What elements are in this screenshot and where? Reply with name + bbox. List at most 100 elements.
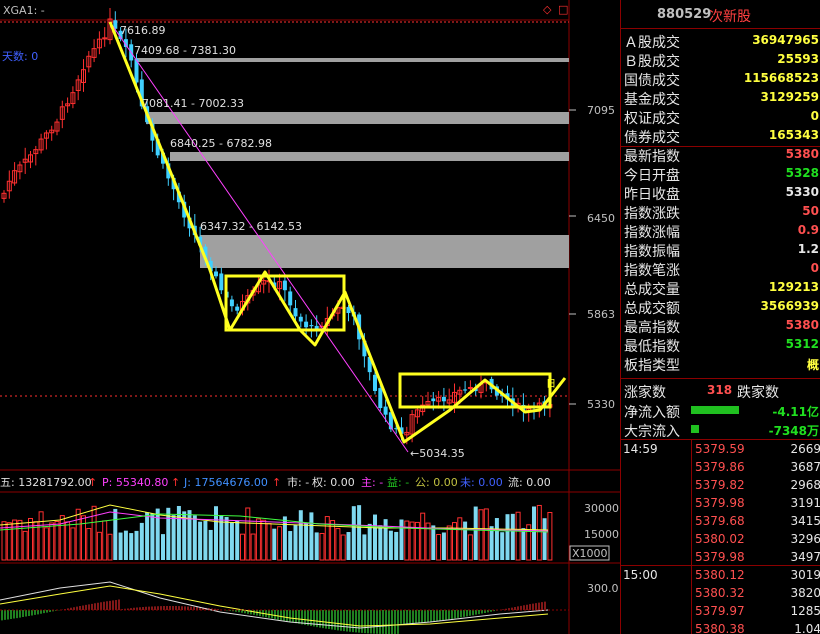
svg-text:↑: ↑	[88, 476, 97, 489]
candle-down	[431, 398, 436, 402]
volume-bars[interactable]	[0, 504, 553, 561]
volume-bar	[28, 517, 33, 561]
volume-bar	[43, 527, 49, 561]
candle-down	[298, 316, 303, 322]
band	[170, 152, 569, 161]
tick-row[interactable]: 5379.82 2968	[621, 477, 820, 496]
volume-bar	[367, 523, 372, 560]
candle-down	[304, 321, 309, 328]
stat-row: 最高指数 5380	[624, 318, 819, 336]
volume-bar	[22, 530, 28, 561]
candle-down	[235, 306, 240, 311]
annotation-band-4: 6347.32 - 6142.53	[200, 220, 302, 233]
candle-down	[463, 389, 468, 391]
volume-bar	[49, 522, 55, 561]
volume-bar	[139, 522, 144, 560]
volume-bar	[500, 532, 505, 560]
stat-row: 指数涨幅 0.9	[624, 223, 819, 241]
volume-bar	[515, 511, 521, 561]
volume-bar	[547, 511, 553, 561]
volume-bar	[224, 517, 229, 560]
volume-bar	[134, 530, 139, 560]
price-axis-label: 5863	[587, 308, 615, 321]
candle-up	[467, 386, 473, 389]
stat-row: 最低指数 5312	[624, 337, 819, 355]
price-axis-label: 5330	[587, 398, 615, 411]
volume-bar	[155, 508, 160, 560]
candle-down	[309, 325, 314, 327]
volume-unit-label: X1000	[572, 547, 608, 560]
stat-row: 债券成交 165343	[624, 128, 819, 146]
volume-bar	[150, 513, 155, 560]
svg-text:J: 17564676.00: J: 17564676.00	[183, 476, 268, 489]
volume-bar	[277, 526, 283, 561]
tick-row[interactable]: 14:59 5379.59 2669	[621, 441, 820, 460]
stat-row: Ａ股成交 36947965	[624, 33, 819, 51]
svg-text:P: 55340.80: P: 55340.80	[102, 476, 168, 489]
volume-bar	[309, 512, 314, 560]
stat-row: 最新指数 5380	[624, 147, 819, 165]
macd-axis-label: 300.0	[587, 582, 619, 595]
volume-bar	[266, 523, 272, 561]
candle-down	[282, 280, 287, 291]
kline-chart[interactable]: XGA1: - 天数: 0 ◇ □ 7616.89 7409.68 - 7381…	[0, 0, 620, 634]
volume-bar	[532, 506, 536, 560]
updown-row: 涨家数 318 跌家数	[624, 383, 779, 401]
volume-bar	[536, 504, 542, 561]
candle-down	[373, 374, 377, 391]
volume-bar	[65, 521, 71, 561]
annotation-band-3: 6840.25 - 6782.98	[170, 137, 272, 150]
diamond-icon[interactable]: ◇	[543, 3, 552, 16]
tick-row[interactable]: 5379.97 1285	[621, 603, 820, 622]
volume-bar	[351, 506, 356, 560]
stat-row: 总成交量 129213	[624, 280, 819, 298]
annotation-low: ←5034.35	[410, 447, 465, 460]
volume-bar	[483, 508, 489, 561]
volume-bar	[203, 520, 208, 560]
volume-bar	[81, 515, 86, 561]
volume-bar	[161, 534, 165, 560]
volume-bar	[70, 527, 76, 561]
price-axis-label: 6450	[587, 212, 615, 225]
volume-bar	[198, 521, 203, 560]
tick-row[interactable]: 5379.98 3191	[621, 495, 820, 514]
tick-row[interactable]: 5380.02 3296	[621, 531, 820, 550]
tick-row[interactable]: 5380.38 1.04	[621, 621, 820, 634]
candle-down	[293, 308, 298, 317]
volume-bar	[12, 519, 18, 561]
svg-text:流: 0.00: 流: 0.00	[508, 475, 551, 489]
svg-text:主: -: 主: -	[361, 476, 383, 489]
band	[146, 112, 569, 124]
volume-bar	[436, 533, 442, 561]
volume-bar	[457, 517, 463, 561]
volume-bar	[319, 532, 325, 561]
block-inflow-bar	[691, 425, 699, 433]
tick-row[interactable]: 5380.32 3820	[621, 585, 820, 604]
volume-bar	[304, 523, 309, 560]
menu-square-icon[interactable]: □	[558, 3, 568, 16]
indicator-label: XGA1: -	[3, 4, 45, 17]
volume-bar	[102, 520, 108, 561]
candle-down	[441, 396, 446, 402]
volume-bar	[324, 516, 330, 561]
tick-row[interactable]: 5379.68 3415	[621, 513, 820, 532]
volume-bar	[240, 533, 245, 561]
volume-bar	[293, 524, 298, 560]
volume-bar	[394, 531, 399, 560]
stat-row: 权证成交 0	[624, 109, 819, 127]
volume-bar	[38, 511, 44, 561]
volume-bar	[187, 510, 192, 560]
volume-bar	[214, 506, 218, 560]
svg-text:益: -: 益: -	[387, 475, 409, 489]
tick-row[interactable]: 5379.86 3687	[621, 459, 820, 478]
candle-down	[378, 388, 383, 409]
volume-bar	[96, 531, 102, 561]
stat-row: Ｂ股成交 25593	[624, 52, 819, 70]
volume-bar	[113, 508, 118, 560]
macd-histogram	[0, 581, 569, 634]
svg-text:↑: ↑	[272, 476, 281, 489]
volume-bar	[192, 515, 197, 560]
net-inflow-row: 净流入额 -4.11亿	[624, 405, 819, 421]
tick-row[interactable]: 15:00 5380.12 3019	[621, 567, 820, 586]
info-bar: 五: 13281792.00 ↑ P: 55340.80 ↑ J: 175646…	[0, 475, 551, 489]
